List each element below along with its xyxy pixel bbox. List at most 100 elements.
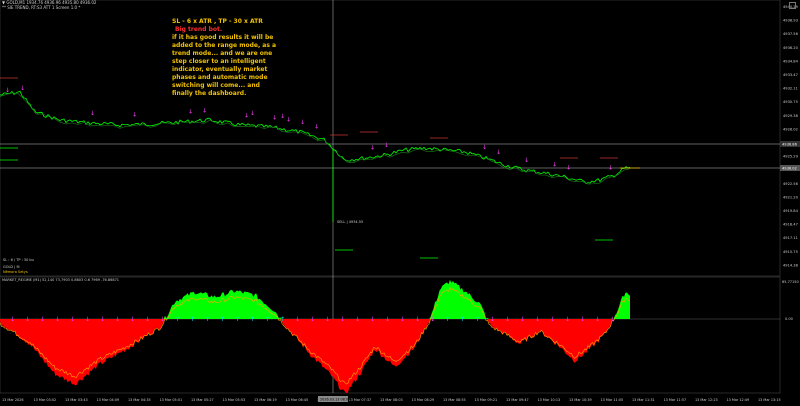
oscillator-marker: ↑ <box>190 316 195 323</box>
oscillator-marker: ↓ <box>565 316 570 323</box>
time-axis-label: 13 Mar 11:57 <box>664 398 687 402</box>
time-axis-label: 13 Mar 09:21 <box>475 398 498 402</box>
sell-signal-marker: ↓ <box>5 87 10 94</box>
note-title: SL - 6 x ATR , TP - 30 x ATR <box>172 18 263 25</box>
oscillator-marker: ↓ <box>520 316 525 323</box>
oscillator-marker: ↓ <box>145 316 150 323</box>
oscillator-marker: ↓ <box>610 316 615 323</box>
oscillator-marker: ↑ <box>235 316 240 323</box>
time-axis-label: 13 Mar 10:39 <box>569 398 592 402</box>
oscillator-marker: ↓ <box>160 316 165 323</box>
oscillator-marker: ↓ <box>415 316 420 323</box>
oscillator-marker: ↓ <box>55 316 60 323</box>
oscillator-marker: ↓ <box>310 316 315 323</box>
oscillator-marker: ↓ <box>40 316 45 323</box>
oscillator-marker: ↓ <box>490 316 495 323</box>
oscillator-markers: ↓ ↓ ↓ ↓ ↓ ↓ ↓ ↓ ↓ ↓ ↓ ↑ ↑ ↑ ↑ ↑ ↑ ↑ ↑ ↓ ↓ ↓ ↓ ↓ ↓ ↓ ↓ ↓ ↓ ↑ ↑ ↑ ↓ ↓ ↓ ↓ ↓ ↓ ↓ ↓… <box>10 316 615 323</box>
window-close-icon[interactable] <box>789 2 796 9</box>
time-axis-label: 13 Mar 03:43 <box>65 398 88 402</box>
time-axis-label: 13 Mar 11:05 <box>601 398 624 402</box>
price-axis-label: 4936.20 <box>783 46 799 50</box>
oscillator-marker: ↓ <box>385 316 390 323</box>
time-axis-label: 13 Mar 12:23 <box>695 398 718 402</box>
price-axis-label: 4928.02 <box>783 127 798 131</box>
sell-signal-marker: ↓ <box>20 85 25 92</box>
oscillator-marker: ↓ <box>595 316 600 323</box>
sell-marker-label: SELL | 4934.55 <box>337 220 364 224</box>
emo-label: Nêmora Setys <box>3 270 28 274</box>
indicator-info: ** SIE TREND, RT:S3 ATT 1 Screen 1.0 * <box>2 5 81 10</box>
price-axis-label: 4914.38 <box>783 263 799 267</box>
oscillator-marker: ↓ <box>70 316 75 323</box>
trading-chart[interactable]: ↓ ↓ ↓ ↓ ↓ ↓ ↓ ↓ ↓ ↓ ↓ ↓ ↓ ↓ ↓ ↓ ↓ ↓ ↓ ↓ ↓ ↓ ↓ ↓ ↓ ↓ ↓ ↓ ↓ ↓ ↓ ↓ ↑ ↑ ↑ ↑ ↑ ↑ ↑… <box>0 0 800 406</box>
time-axis-label: 13 Mar 2026 <box>2 398 24 402</box>
price-axis: 4940.294938.934937.564936.204934.844933.… <box>780 5 800 267</box>
oscillator-marker: ↓ <box>130 316 135 323</box>
price-axis-label: 4934.84 <box>783 59 799 63</box>
price-axis-label: 4915.75 <box>783 250 798 254</box>
oscillator-marker: ↓ <box>550 316 555 323</box>
oscillator-marker: ↑ <box>265 316 270 323</box>
oscillator-marker: ↓ <box>370 316 375 323</box>
sell-signal-marker: ↓ <box>496 149 501 156</box>
oscillator-marker: ↓ <box>400 316 405 323</box>
sell-signal-marker: ↓ <box>482 144 487 151</box>
price-axis-label: 4917.11 <box>783 236 798 240</box>
oscillator-marker: ↓ <box>430 316 435 323</box>
sell-signal-marker: ↓ <box>202 108 207 115</box>
time-axis-label: 13 Mar 10:13 <box>538 398 561 402</box>
oscillator-marker: ↓ <box>325 316 330 323</box>
oscillator-marker: ↑ <box>205 316 210 323</box>
time-axis-label: 13 Mar 05:01 <box>160 398 183 402</box>
time-axis-label: 13 Mar 12:49 <box>727 398 750 402</box>
time-axis-label: 13 Mar 05:27 <box>191 398 214 402</box>
sell-signal-marker: ↓ <box>370 144 375 151</box>
time-axis-label: 13 Mar 05:53 <box>223 398 246 402</box>
time-axis-label: 13 Mar 06:45 <box>286 398 309 402</box>
time-axis-label: 13 Mar 03:02 <box>34 398 57 402</box>
time-axis-label: 13 Mar 06:19 <box>254 398 277 402</box>
sell-signal-marker: ↓ <box>188 108 193 115</box>
oscillator-marker: ↓ <box>355 316 360 323</box>
sell-signal-marker: ↓ <box>300 119 305 126</box>
price-axis-label: 4925.29 <box>783 155 799 159</box>
sell-signal-marker: ↓ <box>286 117 291 124</box>
gold-label: GOLD | M <box>3 265 20 269</box>
time-axis-label: 13 Mar 09:47 <box>506 398 529 402</box>
oscillator-marker: ↓ <box>505 316 510 323</box>
time-axis-label: 13 Mar 08:29 <box>412 398 435 402</box>
indicator-zero-label: 0.00 <box>785 317 793 321</box>
note-body: if it has good results it will be added … <box>172 34 277 97</box>
price-tag-label: 4936.86 <box>782 143 798 147</box>
oscillator-marker: ↓ <box>340 316 345 323</box>
price-axis-label: 4932.11 <box>783 87 798 91</box>
indicator-top-label: 65.77150 <box>782 280 799 284</box>
price-axis-label: 4922.56 <box>783 182 799 186</box>
price-axis-label: 4930.75 <box>783 100 798 104</box>
oscillator-marker: ↓ <box>295 316 300 323</box>
oscillator-marker: ↑ <box>175 316 180 323</box>
note-subtitle: Big trend bot. <box>175 26 223 33</box>
price-axis-label: 4919.84 <box>783 209 799 213</box>
sell-signal-marker: ↓ <box>272 114 277 121</box>
oscillator-marker: ↓ <box>85 316 90 323</box>
time-axis-label: 13 Mar 07:37 <box>349 398 372 402</box>
sell-signal-marker: ↓ <box>314 123 319 130</box>
time-axis-label: 13 Mar 08:03 <box>380 398 403 402</box>
time-tag-label: 2026.03.13 08:06 <box>320 398 350 402</box>
time-axis-label: 13 Mar 08:55 <box>443 398 466 402</box>
sell-signal-marker: ↓ <box>90 110 95 117</box>
oscillator-marker: ↑ <box>280 316 285 323</box>
sell-signal-marker: ↓ <box>608 164 613 171</box>
sell-signal-marker: ↓ <box>132 112 137 119</box>
oscillator-marker: ↑ <box>445 316 450 323</box>
price-panel[interactable] <box>0 0 781 277</box>
indicator-header: MARKET_REGIME (M1) 52,140 73,7903 0.8603… <box>2 278 120 282</box>
time-axis-label: 13 Mar 04:35 <box>128 398 151 402</box>
sl-tp-label: SL : 6 / TP : 30 bu <box>3 258 34 262</box>
sell-signal-marker: ↓ <box>384 142 389 149</box>
sell-signal-marker: ↓ <box>280 113 285 120</box>
time-axis-label: 13 Mar 13:15 <box>758 398 781 402</box>
price-tag-label: 4936.02 <box>782 167 797 171</box>
sell-signal-marker: ↓ <box>566 164 571 171</box>
